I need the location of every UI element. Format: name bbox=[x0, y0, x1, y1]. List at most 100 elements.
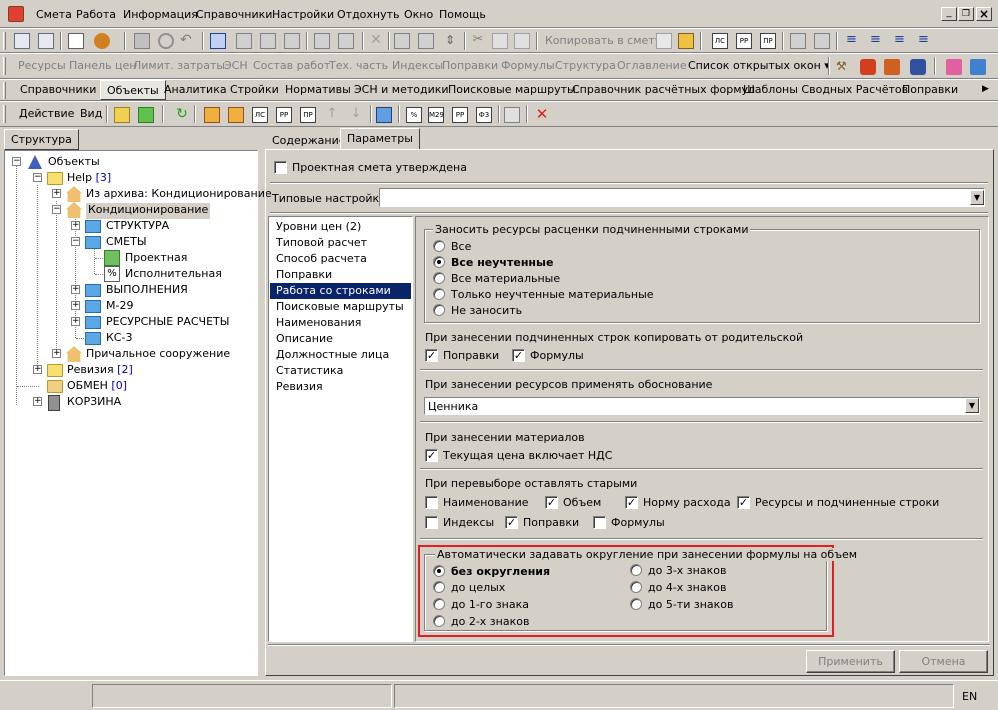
tab-construction[interactable]: Стройки bbox=[224, 80, 285, 100]
tab-contents[interactable]: Содержание bbox=[268, 131, 350, 150]
filter1-icon[interactable] bbox=[790, 33, 806, 49]
delete-icon[interactable]: ✕ bbox=[368, 33, 384, 49]
approved-checkbox[interactable] bbox=[274, 161, 287, 174]
refresh-icon[interactable] bbox=[158, 33, 174, 49]
folder-up-icon[interactable] bbox=[114, 107, 130, 123]
tree-item[interactable]: Проектная bbox=[125, 251, 187, 267]
tree-item[interactable]: КС-3 bbox=[106, 331, 132, 347]
search-icon[interactable] bbox=[94, 33, 110, 49]
chevron-down-icon[interactable]: ▼ bbox=[970, 190, 984, 205]
tree-toggle[interactable]: + bbox=[71, 285, 80, 294]
tree-toggle[interactable]: + bbox=[52, 189, 61, 198]
layers2-icon[interactable] bbox=[970, 59, 986, 75]
rr3-icon[interactable]: РР bbox=[452, 107, 468, 123]
tree-toggle[interactable]: + bbox=[71, 301, 80, 310]
indent3-icon[interactable]: ≡ bbox=[894, 33, 910, 49]
radio-no-rounding[interactable] bbox=[433, 565, 445, 577]
copy-corrections-checkbox[interactable]: ✓ bbox=[425, 349, 438, 362]
menu-help[interactable]: Помощь bbox=[439, 8, 486, 21]
tree-toggle[interactable]: + bbox=[33, 365, 42, 374]
tb-tech-part[interactable]: Тех. часть bbox=[329, 59, 388, 72]
tabs-scroll-right[interactable]: ▶ bbox=[982, 84, 989, 94]
tb-formulas[interactable]: Формулы bbox=[501, 59, 555, 72]
tab-analytics[interactable]: Аналитика bbox=[158, 80, 233, 100]
keep-volume-checkbox[interactable]: ✓ bbox=[545, 496, 558, 509]
book-icon[interactable] bbox=[656, 33, 672, 49]
window-icon[interactable] bbox=[504, 107, 520, 123]
tool1-icon[interactable] bbox=[394, 33, 410, 49]
refresh-green-icon[interactable]: ↻ bbox=[174, 107, 190, 123]
radio-round-4[interactable] bbox=[630, 581, 642, 593]
menu-rest[interactable]: Отдохнуть bbox=[337, 8, 400, 21]
tab-normatives[interactable]: Нормативы bbox=[279, 80, 357, 100]
action-menu[interactable]: Действие bbox=[19, 107, 74, 120]
tab-search-routes[interactable]: Поисковые маршруты bbox=[442, 80, 582, 100]
tree-toggle[interactable]: + bbox=[71, 221, 80, 230]
tree-item[interactable]: СТРУКТУРА bbox=[106, 219, 169, 235]
tab-corrections[interactable]: Поправки bbox=[896, 80, 964, 100]
menu-smeta[interactable]: Смета bbox=[36, 8, 72, 21]
tb-structure[interactable]: Структура bbox=[555, 59, 616, 72]
list-item[interactable]: Наименования bbox=[275, 315, 361, 331]
tree-add-icon[interactable] bbox=[38, 33, 54, 49]
menu-work[interactable]: Работа bbox=[76, 8, 116, 21]
open-windows-dropdown[interactable]: Список открытых окон ▾ bbox=[688, 59, 830, 72]
indent2-icon[interactable]: ≡ bbox=[870, 33, 886, 49]
grid3-icon[interactable] bbox=[284, 33, 300, 49]
radio-all-materials[interactable] bbox=[433, 272, 445, 284]
tree-item[interactable]: РЕСУРСНЫЕ РАСЧЕТЫ bbox=[106, 315, 229, 331]
undo-icon[interactable]: ↶ bbox=[180, 33, 196, 49]
tree-item[interactable]: Ревизия [2] bbox=[67, 363, 133, 379]
cancel-button[interactable]: Отмена bbox=[899, 650, 988, 673]
tree-item-selected[interactable]: Кондиционирование bbox=[86, 203, 211, 219]
list-item[interactable]: Способ расчета bbox=[275, 251, 367, 267]
tree-item[interactable]: Причальное сооружение bbox=[86, 347, 230, 363]
keep-resources-checkbox[interactable]: ✓ bbox=[737, 496, 750, 509]
pr-icon[interactable]: ПР bbox=[760, 33, 776, 49]
tree-item[interactable]: ОБМЕН [0] bbox=[67, 379, 127, 395]
tree-item[interactable]: КОРЗИНА bbox=[67, 395, 121, 411]
car-icon[interactable] bbox=[910, 59, 926, 75]
move-icon[interactable]: ⇕ bbox=[442, 33, 458, 49]
keep-indexes-checkbox[interactable] bbox=[425, 516, 438, 529]
restore-button[interactable]: ❐ bbox=[958, 7, 974, 21]
house2-icon[interactable] bbox=[228, 107, 244, 123]
radio-round-2[interactable] bbox=[433, 615, 445, 627]
tree-toggle[interactable]: − bbox=[71, 237, 80, 246]
radio-round-integer[interactable] bbox=[433, 581, 445, 593]
tree-toggle[interactable]: − bbox=[12, 157, 21, 166]
radio-round-1[interactable] bbox=[433, 598, 445, 610]
tb-price-panel[interactable]: Панель цен bbox=[69, 59, 136, 72]
tree-toggle[interactable]: + bbox=[52, 349, 61, 358]
folder-new-icon[interactable] bbox=[138, 107, 154, 123]
radio-round-5[interactable] bbox=[630, 598, 642, 610]
grid2-icon[interactable] bbox=[260, 33, 276, 49]
tree-item[interactable]: Help [3] bbox=[67, 171, 111, 187]
list-item[interactable]: Описание bbox=[275, 331, 333, 347]
tb-indexes[interactable]: Индексы bbox=[392, 59, 443, 72]
keep-name-checkbox[interactable] bbox=[425, 496, 438, 509]
m29-icon[interactable]: М29 bbox=[428, 107, 444, 123]
ls-icon[interactable]: ЛС bbox=[712, 33, 728, 49]
tab-parameters[interactable]: Параметры bbox=[340, 128, 420, 150]
arrow-down-icon[interactable]: ↓ bbox=[348, 107, 364, 123]
tree-toggle[interactable]: − bbox=[33, 173, 42, 182]
radio-only-unaccounted-materials[interactable] bbox=[433, 288, 445, 300]
tree-item[interactable]: СМЕТЫ bbox=[106, 235, 147, 251]
bricks-icon[interactable] bbox=[884, 59, 900, 75]
list-item[interactable]: Должностные лица bbox=[275, 347, 389, 363]
truck-icon[interactable] bbox=[860, 59, 876, 75]
tab-esn-methods[interactable]: ЭСН и методики bbox=[348, 80, 455, 100]
grid1-icon[interactable] bbox=[236, 33, 252, 49]
f3-icon[interactable]: Ф3 bbox=[476, 107, 492, 123]
tree-item[interactable]: Из архива: Кондиционирование bbox=[86, 187, 272, 203]
tab-summary-templates[interactable]: Шаблоны Сводных Расчётов bbox=[737, 80, 914, 100]
percent-icon[interactable]: % bbox=[406, 107, 422, 123]
tab-structure[interactable]: Структура bbox=[4, 129, 79, 150]
tb-resources[interactable]: Ресурсы bbox=[18, 59, 66, 72]
keep-corrections-checkbox[interactable]: ✓ bbox=[505, 516, 518, 529]
tree-item[interactable]: М-29 bbox=[106, 299, 133, 315]
save-icon[interactable] bbox=[134, 33, 150, 49]
copy-icon[interactable] bbox=[492, 33, 508, 49]
tb-esn[interactable]: ЭСН bbox=[224, 59, 248, 72]
